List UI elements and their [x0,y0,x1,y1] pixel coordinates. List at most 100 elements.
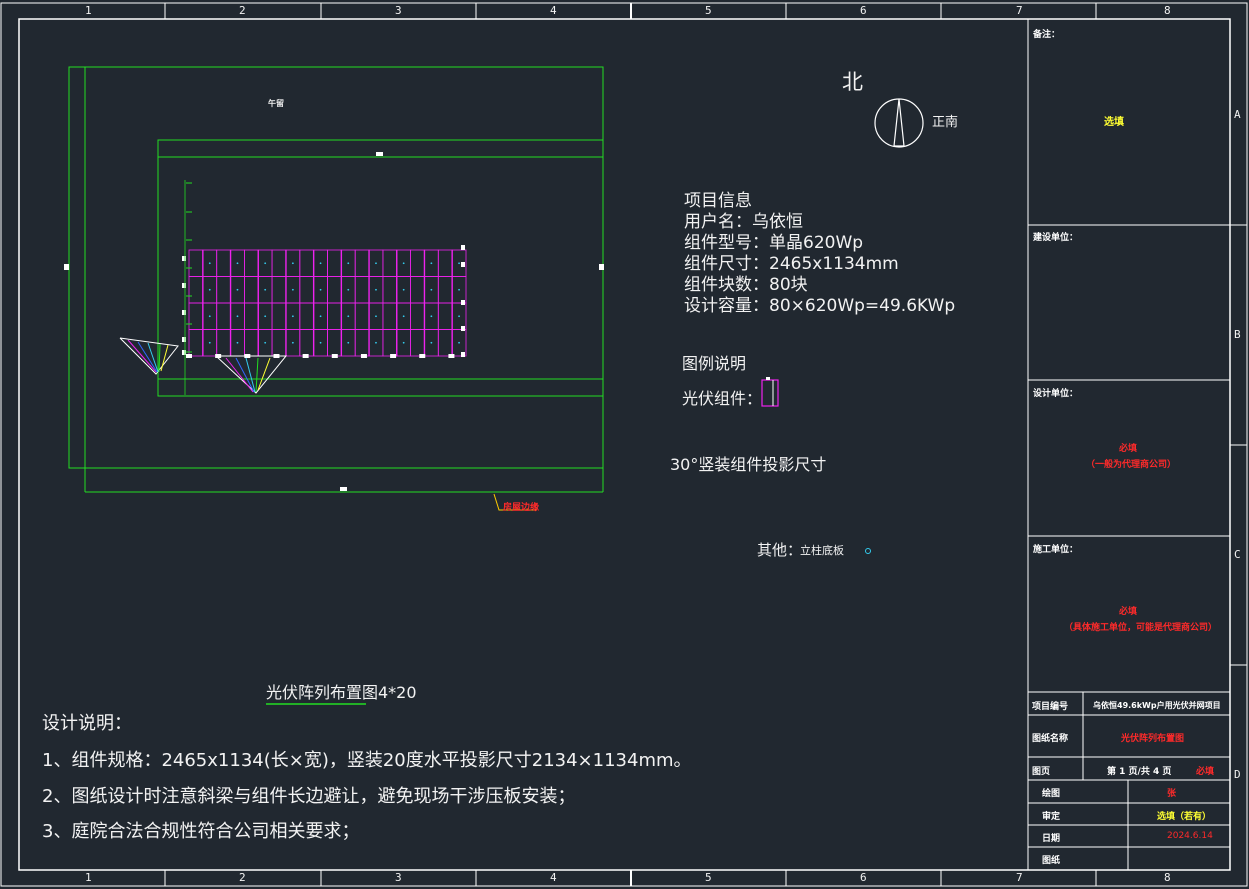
designer-label: 设计单位： [1033,389,1079,399]
projection-fan-right [215,355,288,394]
project-info-model: 组件型号：单晶620Wp [684,233,864,253]
pv-module [354,249,370,277]
array-title: 光伏阵列布置图4*20 [266,683,417,702]
column-base-marker [236,341,239,344]
pv-module [271,302,287,330]
design-note-3: 3、庭院合法合规性符合公司相关要求； [42,821,360,842]
project-info-capacity: 设计容量：80×620Wp=49.6KWp [684,296,956,316]
edge-marker [461,245,465,250]
drawing-name-label: 图纸名称 [1032,734,1069,744]
column-base-marker [347,315,350,318]
pv-module [216,329,231,357]
grid-col-8-bottom: 8 [1164,871,1171,884]
pv-module [354,276,370,304]
edge-marker [461,300,465,305]
column-base-marker [291,341,294,344]
column-base-marker [291,288,294,291]
footing-marker [360,354,367,358]
pv-module [382,302,398,330]
grid-col-4-bottom: 4 [550,871,557,884]
column-base-marker [430,288,433,291]
remarks-label: 备注： [1033,30,1061,40]
design-note-1: 1、组件规格：2465x1134(长×宽)，竖装20度水平投影尺寸2134×11… [42,750,692,771]
column-base-marker [264,262,267,265]
remarks-value: 选填 [1104,117,1124,128]
contractor-value: 必填 [1119,607,1138,617]
pv-module [410,249,425,277]
drawing-no-label: 图纸 [1042,856,1061,866]
grid-row-d: D [1234,768,1241,781]
project-info-size: 组件尺寸：2465x1134mm [684,254,899,274]
pv-module [188,276,204,304]
column-base-marker [236,262,239,265]
footing-marker [419,354,426,358]
pv-module [327,302,342,330]
column-base-marker [347,341,350,344]
grid-col-3-top: 3 [395,4,402,17]
bottom-grid-band [164,870,1097,886]
pv-module [354,329,370,357]
legend-pv-symbol [761,377,779,407]
pv-array [182,180,467,395]
column-base-marker [430,262,433,265]
contractor-label: 施工单位： [1033,545,1079,555]
column-base-marker [319,262,322,265]
date-label: 日期 [1042,834,1061,844]
drawing-name-value: 光伏阵列布置图 [1121,734,1185,744]
grid-col-8-top: 8 [1164,4,1171,17]
site-boundary [68,66,604,493]
column-base-marker [208,288,211,291]
column-base-marker [458,315,460,318]
grid-col-6-top: 6 [860,4,867,17]
column-base-marker [402,341,405,344]
project-info-heading: 项目信息 [684,191,752,211]
pv-module [437,249,453,277]
pv-module [299,302,315,330]
pv-module [188,249,204,277]
grid-row-b: B [1234,328,1241,341]
column-base-marker [347,288,350,291]
designer-value: 必填 [1119,444,1138,454]
pv-module [437,302,453,330]
page-label: 图页 [1032,767,1051,777]
column-base-marker [375,288,377,291]
drawn-value: 张 [1167,789,1177,799]
boundary-markers [64,152,604,491]
pv-module [410,276,425,304]
legend-pv-module: 光伏组件： [682,389,763,408]
grid-col-2-bottom: 2 [239,871,246,884]
review-label: 审定 [1042,812,1061,822]
grid-col-5-top: 5 [705,4,712,17]
house-edge-label: 房屋边缘 [503,503,540,513]
pv-module [243,249,259,277]
grid-col-3-bottom: 3 [395,871,402,884]
drawn-label: 绘图 [1042,789,1061,799]
pv-module [299,276,315,304]
column-base-marker [236,315,239,318]
grid-col-6-bottom: 6 [860,871,867,884]
footing-marker [448,354,455,358]
project-info-user: 用户名：乌依恒 [684,212,803,232]
pv-module [299,329,315,357]
column-base-marker [291,315,294,318]
edge-marker [461,262,465,267]
column-base-marker [208,262,211,265]
project-no-value: 乌依恒49.6kWp户用光伏并网项目 [1093,701,1221,710]
column-base-marker [430,315,433,318]
grid-row-a: A [1234,108,1241,121]
projection-fan-left [119,337,179,375]
grid-col-7-bottom: 7 [1016,871,1023,884]
project-no-label: 项目编号 [1032,702,1069,712]
column-base-marker [264,288,267,291]
pv-module [271,276,287,304]
column-base-marker [208,315,211,318]
grid-col-5-bottom: 5 [705,871,712,884]
column-base-icon [865,548,871,554]
legend-other-label: 其他： [757,541,803,559]
page-required: 必填 [1196,767,1215,777]
north-label: 北 [842,70,863,94]
builder-label: 建设单位： [1033,233,1079,243]
pv-module [216,276,231,304]
column-base-marker [264,315,267,318]
pv-module [243,329,259,357]
